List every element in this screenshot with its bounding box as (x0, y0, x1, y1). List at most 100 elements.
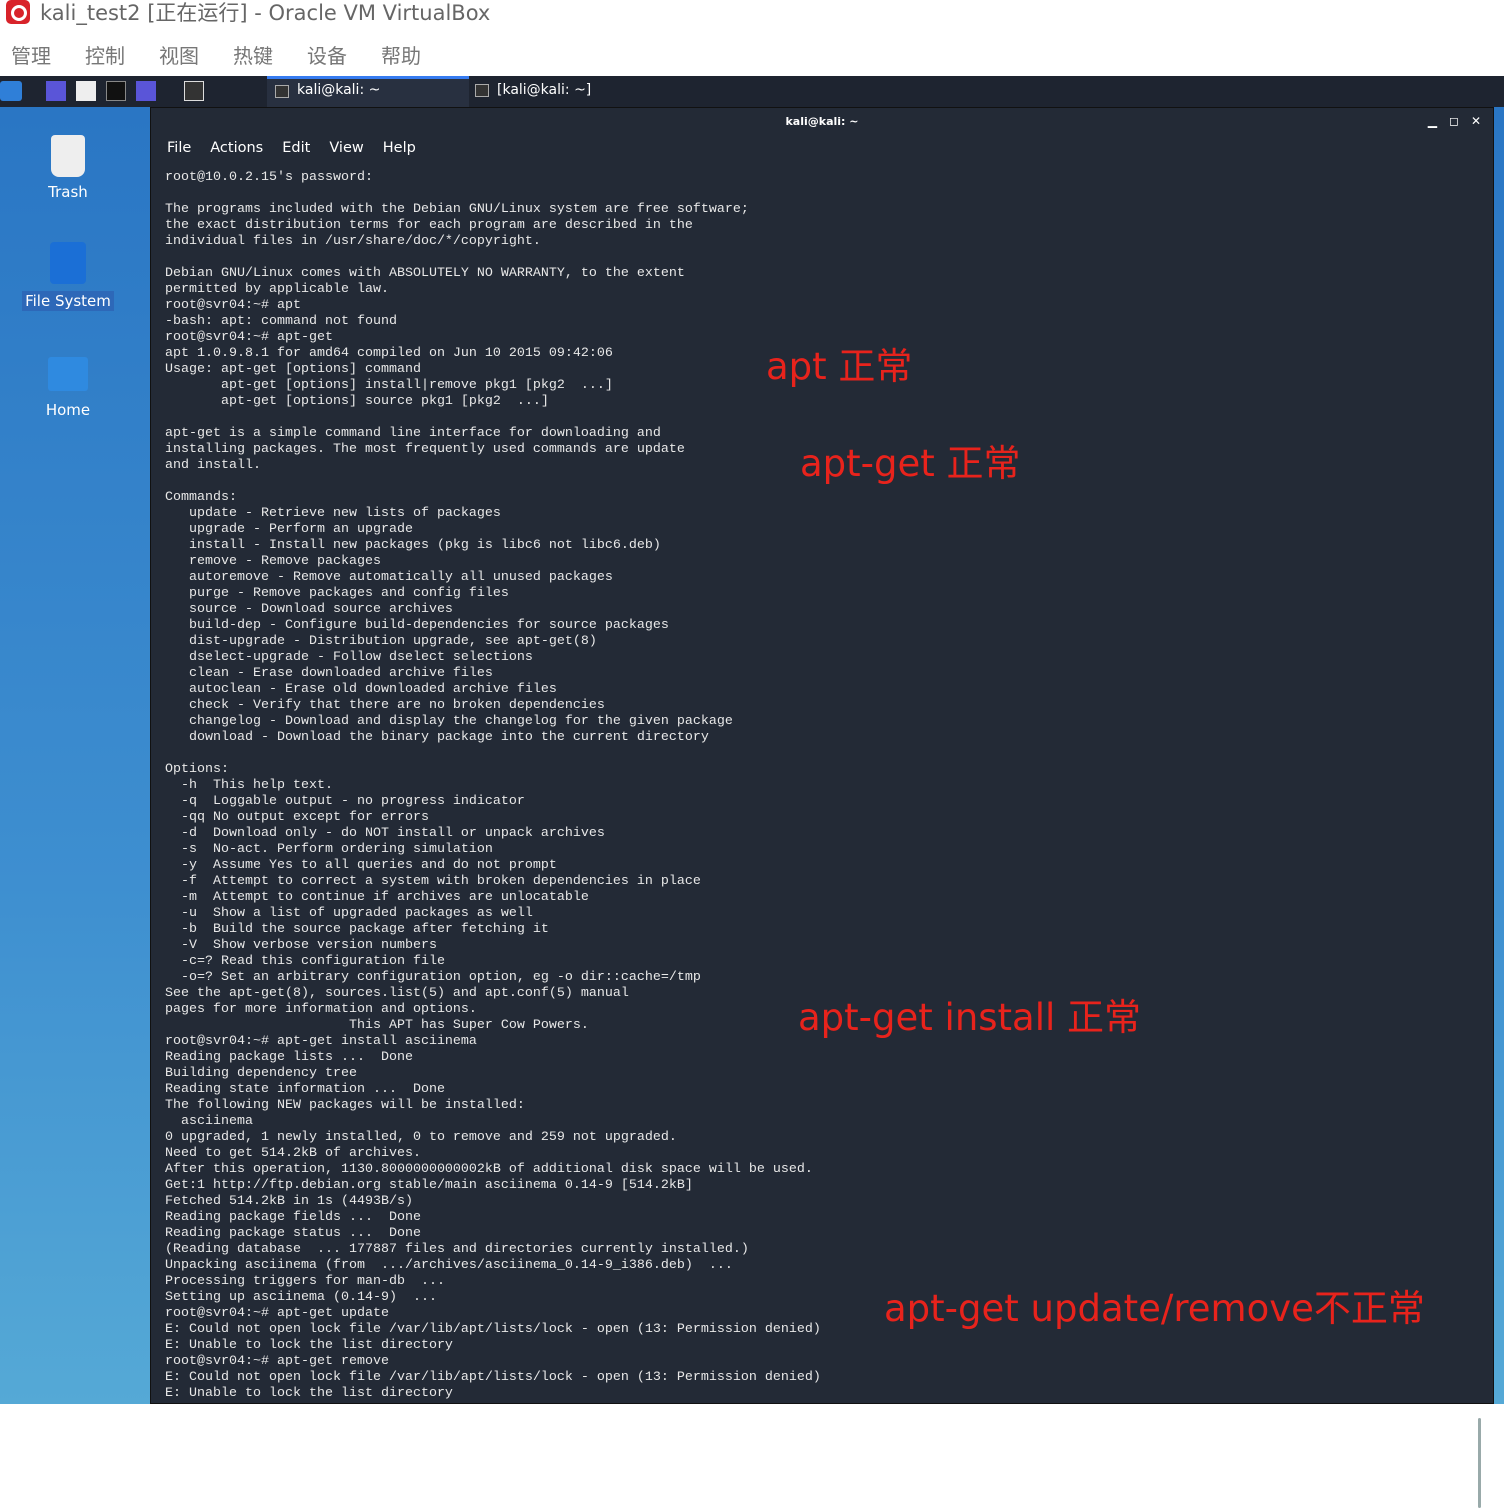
terminal-line: source - Download source archives (165, 602, 453, 617)
terminal-line: See the apt-get(8), sources.list(5) and … (165, 986, 629, 1001)
menu-view[interactable]: View (329, 136, 363, 160)
drive-icon (50, 242, 86, 284)
terminal-icon (475, 84, 489, 97)
terminal-line: E: Could not open lock file /var/lib/apt… (165, 1370, 821, 1385)
terminal-line: autoclean - Erase old downloaded archive… (165, 682, 557, 697)
terminal-line: Options: (165, 762, 229, 777)
workspace-icon[interactable] (184, 81, 204, 101)
terminal-menubar: File Actions Edit View Help (151, 136, 1493, 160)
terminal-line: Usage: apt-get [options] command (165, 362, 421, 377)
terminal-line: remove - Remove packages (165, 554, 381, 569)
menu-devices[interactable]: 设备 (307, 40, 347, 72)
terminal-line: E: Unable to lock the list directory (165, 1386, 453, 1401)
annotation-apt: apt 正常 (766, 345, 913, 388)
terminal-line: root@10.0.2.15's password: (165, 170, 373, 185)
terminal-output[interactable]: root@10.0.2.15's password: The programs i… (165, 170, 821, 1402)
terminal-line: This APT has Super Cow Powers. (165, 1018, 589, 1033)
window-titlebar: kali_test2 [正在运行] - Oracle VM VirtualBox (0, 0, 1504, 28)
desktop-icon-file-system[interactable]: File System (18, 242, 118, 311)
terminal-line: -h This help text. (165, 778, 333, 793)
terminal-line: Reading package status ... Done (165, 1226, 421, 1241)
desktop-icon-trash[interactable]: Trash (18, 135, 118, 201)
terminal-line: -u Show a list of upgraded packages as w… (165, 906, 533, 921)
menu-edit[interactable]: Edit (282, 136, 310, 160)
terminal-line: installing packages. The most frequently… (165, 442, 685, 457)
terminal-line: -qq No output except for errors (165, 810, 429, 825)
maximize-icon[interactable]: ◻ (1449, 114, 1459, 128)
screen-recorder-icon[interactable] (136, 81, 156, 101)
terminal-line: Fetched 514.2kB in 1s (4493B/s) (165, 1194, 413, 1209)
terminal-line: Unpacking asciinema (from .../archives/a… (165, 1258, 733, 1273)
file-manager-icon[interactable] (76, 81, 96, 101)
terminal-line: -s No-act. Perform ordering simulation (165, 842, 493, 857)
menu-file[interactable]: File (167, 136, 191, 160)
terminal-line: download - Download the binary package i… (165, 730, 709, 745)
terminal-line: upgrade - Perform an upgrade (165, 522, 413, 537)
terminal-line: purge - Remove packages and config files (165, 586, 509, 601)
scrollbar[interactable] (1478, 1418, 1481, 1508)
terminal-line: E: Unable to lock the list directory (165, 1338, 453, 1353)
terminal-line: and install. (165, 458, 261, 473)
terminal-line: Setting up asciinema (0.14-9) ... (165, 1290, 437, 1305)
menu-hotkeys[interactable]: 热键 (233, 40, 273, 72)
terminal-title: kali@kali: ~ (785, 115, 859, 128)
terminal-line: clean - Erase downloaded archive files (165, 666, 493, 681)
show-desktop-icon[interactable] (46, 81, 66, 101)
terminal-line: dist-upgrade - Distribution upgrade, see… (165, 634, 597, 649)
terminal-line: -f Attempt to correct a system with brok… (165, 874, 701, 889)
home-folder-icon (48, 357, 88, 391)
terminal-line: pages for more information and options. (165, 1002, 477, 1017)
tab-label: [kali@kali: ~] (497, 82, 592, 98)
menu-manage[interactable]: 管理 (11, 40, 51, 72)
terminal-line: root@svr04:~# apt-get install asciinema (165, 1034, 477, 1049)
menu-actions[interactable]: Actions (210, 136, 263, 160)
terminal-line: -o=? Set an arbitrary configuration opti… (165, 970, 701, 985)
icon-label: Home (45, 401, 91, 419)
terminal-line: the exact distribution terms for each pr… (165, 218, 693, 233)
menu-help[interactable]: Help (383, 136, 416, 160)
desktop-icon-home[interactable]: Home (18, 357, 118, 419)
vbox-menubar: 管理 控制 视图 热键 设备 帮助 (0, 40, 444, 72)
terminal-icon (275, 85, 289, 98)
kali-menu-icon[interactable] (0, 81, 22, 101)
annotation-apt-get-install: apt-get install 正常 (798, 996, 1142, 1039)
menu-control[interactable]: 控制 (85, 40, 125, 72)
terminal-line: asciinema (165, 1114, 253, 1129)
terminal-line: -c=? Read this configuration file (165, 954, 445, 969)
icon-label: Trash (48, 183, 88, 201)
kali-taskbar: kali@kali: ~ [kali@kali: ~] (0, 76, 1504, 107)
terminal-line: (Reading database ... 177887 files and d… (165, 1242, 749, 1257)
window-title: kali_test2 [正在运行] - Oracle VM VirtualBox (40, 1, 491, 25)
terminal-line: Commands: (165, 490, 237, 505)
terminal-line: root@svr04:~# apt-get (165, 330, 333, 345)
terminal-line: Reading package fields ... Done (165, 1210, 421, 1225)
taskbar-tab-active[interactable]: kali@kali: ~ (267, 76, 469, 107)
trash-icon (51, 135, 85, 177)
terminal-line: apt-get [options] source pkg1 [pkg2 ...] (165, 394, 549, 409)
terminal-line: -m Attempt to continue if archives are u… (165, 890, 589, 905)
menu-view[interactable]: 视图 (159, 40, 199, 72)
minimize-icon[interactable]: ▁ (1428, 114, 1437, 128)
terminal-line: changelog - Download and display the cha… (165, 714, 733, 729)
virtualbox-icon (6, 0, 30, 24)
terminal-line: dselect-upgrade - Follow dselect selecti… (165, 650, 533, 665)
terminal-launcher-icon[interactable] (106, 81, 126, 101)
terminal-line: The programs included with the Debian GN… (165, 202, 749, 217)
terminal-line: -y Assume Yes to all queries and do not … (165, 858, 557, 873)
terminal-line: Debian GNU/Linux comes with ABSOLUTELY N… (165, 266, 685, 281)
tab-label: kali@kali: ~ (297, 82, 381, 98)
terminal-line: -V Show verbose version numbers (165, 938, 437, 953)
taskbar-tab[interactable]: [kali@kali: ~] (469, 76, 669, 107)
terminal-line: apt-get is a simple command line interfa… (165, 426, 661, 441)
terminal-line: Reading state information ... Done (165, 1082, 445, 1097)
terminal-line: autoremove - Remove automatically all un… (165, 570, 613, 585)
menu-help[interactable]: 帮助 (381, 40, 421, 72)
terminal-line: Need to get 514.2kB of archives. (165, 1146, 421, 1161)
close-icon[interactable]: ✕ (1471, 114, 1481, 128)
terminal-line: The following NEW packages will be insta… (165, 1098, 525, 1113)
terminal-line: install - Install new packages (pkg is l… (165, 538, 661, 553)
